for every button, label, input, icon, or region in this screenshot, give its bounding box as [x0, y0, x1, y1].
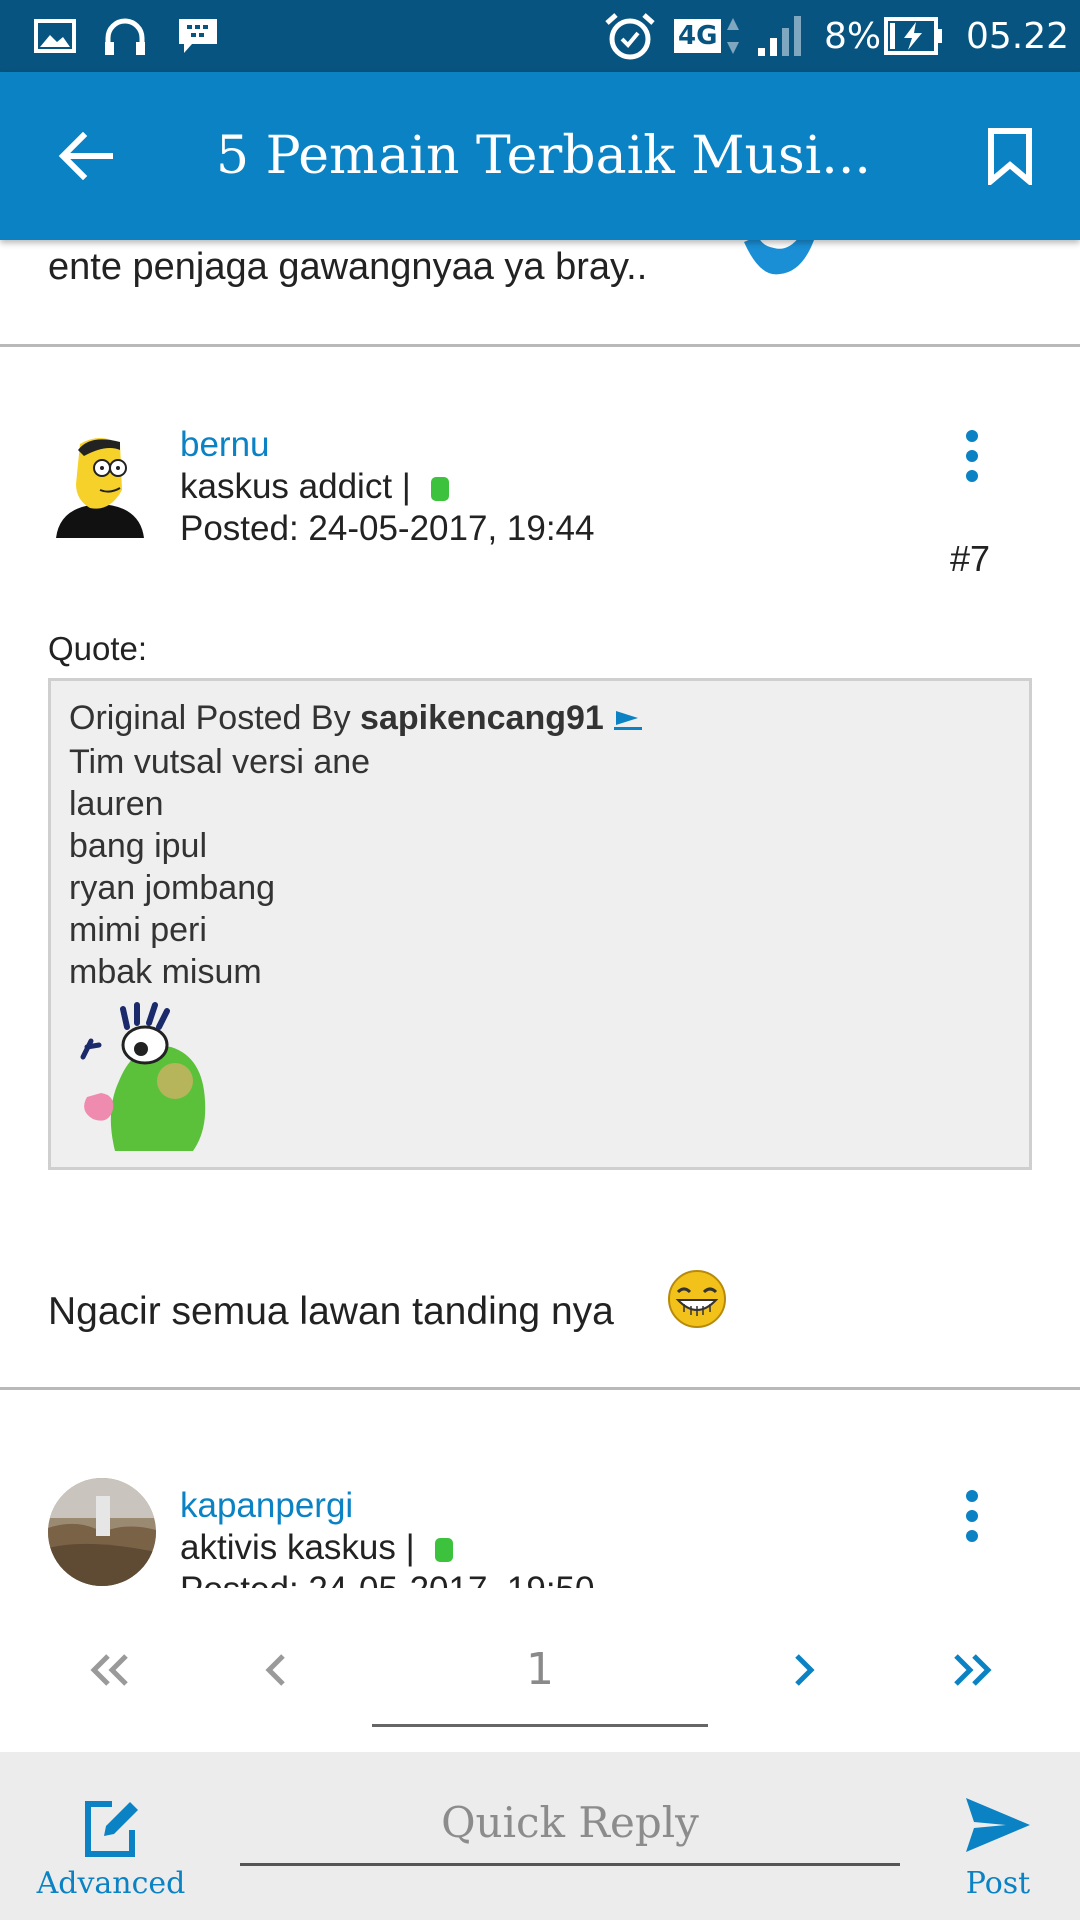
online-status-icon [430, 476, 449, 501]
quote-line: mimi peri [69, 911, 207, 949]
bookmark-button[interactable] [970, 116, 1050, 196]
headphones-icon [102, 0, 148, 72]
quote-line: Tim vutsal versi ane [69, 743, 371, 781]
advanced-reply-button[interactable]: Advanced [36, 1752, 186, 1920]
advanced-label: Advanced [36, 1866, 186, 1901]
quote-author[interactable]: sapikencang91 [360, 699, 604, 737]
gallery-icon [34, 0, 76, 72]
first-page-button[interactable] [70, 1620, 150, 1720]
online-status-icon [434, 1537, 453, 1562]
more-options-button[interactable] [942, 1476, 1002, 1556]
pagination: 1 [0, 1620, 1080, 1740]
frog-emoticon-image [75, 1001, 215, 1156]
post-date: Posted: 24-05-2017, 19:44 [180, 509, 595, 548]
grin-emoticon-icon [666, 1268, 728, 1335]
previous-page-button[interactable] [236, 1620, 316, 1720]
post-body: Ngacir semua lawan tanding nya [48, 1290, 614, 1333]
more-options-button[interactable] [942, 416, 1002, 496]
quote-label: Quote: [48, 630, 148, 667]
emoticon-image [740, 232, 820, 287]
post-divider [0, 344, 1080, 347]
current-page-indicator[interactable]: 1 [372, 1620, 708, 1720]
quote-line: ryan jombang [69, 869, 276, 907]
next-page-button[interactable] [764, 1620, 844, 1720]
quote-line: lauren [69, 785, 164, 823]
quote-box: Original Posted By sapikencang91 Tim vut… [48, 678, 1032, 1170]
status-bar: 4G 8% 05.22 [0, 0, 1080, 72]
last-page-button[interactable] [932, 1620, 1012, 1720]
double-chevron-right-icon [954, 1654, 992, 1686]
username[interactable]: kapanpergi [180, 1486, 353, 1526]
app-bar: 5 Pemain Terbaik Musi... [0, 72, 1080, 240]
post-number: #7 [950, 538, 991, 579]
user-rank: kaskus addict | [180, 467, 449, 507]
page-underline [372, 1724, 708, 1727]
next-post: kapanpergi aktivis kaskus | Posted: 24-0… [0, 1390, 1080, 1588]
quote-prefix: Original Posted By [69, 699, 361, 737]
alarm-icon [604, 0, 656, 72]
clock: 05.22 [966, 15, 1070, 57]
thread-title: 5 Pemain Terbaik Musi... [216, 126, 871, 186]
back-button[interactable] [40, 116, 130, 196]
bookmark-icon [988, 128, 1032, 185]
bbm-chat-icon [176, 0, 220, 72]
quote-line: bang ipul [69, 827, 208, 865]
user-rank-label: aktivis kaskus | [180, 1528, 415, 1567]
view-original-post-button[interactable] [613, 701, 642, 740]
network-4g-icon: 4G [674, 0, 741, 72]
signal-icon [756, 0, 806, 72]
previous-post-text: ente penjaga gawangnyaa ya bray.. [48, 246, 648, 288]
user-rank-label: kaskus addict | [180, 467, 411, 506]
chevron-right-icon [795, 1654, 815, 1686]
arrow-left-icon [58, 132, 113, 180]
arrow-link-icon [613, 710, 642, 730]
battery-charging-icon [884, 0, 944, 72]
more-vertical-icon [966, 1490, 978, 1502]
post-date: Posted: 24-05-2017, 19:50 [180, 1570, 594, 1588]
chevron-left-icon [265, 1654, 285, 1686]
more-vertical-icon [966, 430, 978, 442]
edit-icon [85, 1801, 138, 1857]
avatar[interactable] [50, 428, 150, 538]
quote-line: mbak misum [69, 953, 262, 991]
quick-reply-bar: Advanced Post [0, 1752, 1080, 1920]
quick-reply-input[interactable] [240, 1782, 900, 1866]
double-chevron-left-icon [90, 1654, 128, 1686]
post-label: Post [965, 1866, 1031, 1901]
quote-header: Original Posted By sapikencang91 [69, 699, 642, 740]
avatar[interactable] [48, 1478, 156, 1586]
battery-percent: 8% [824, 15, 882, 57]
send-icon [966, 1798, 1030, 1852]
post-reply-button[interactable]: Post [940, 1752, 1060, 1920]
username[interactable]: bernu [180, 425, 270, 465]
user-rank: aktivis kaskus | [180, 1528, 453, 1568]
